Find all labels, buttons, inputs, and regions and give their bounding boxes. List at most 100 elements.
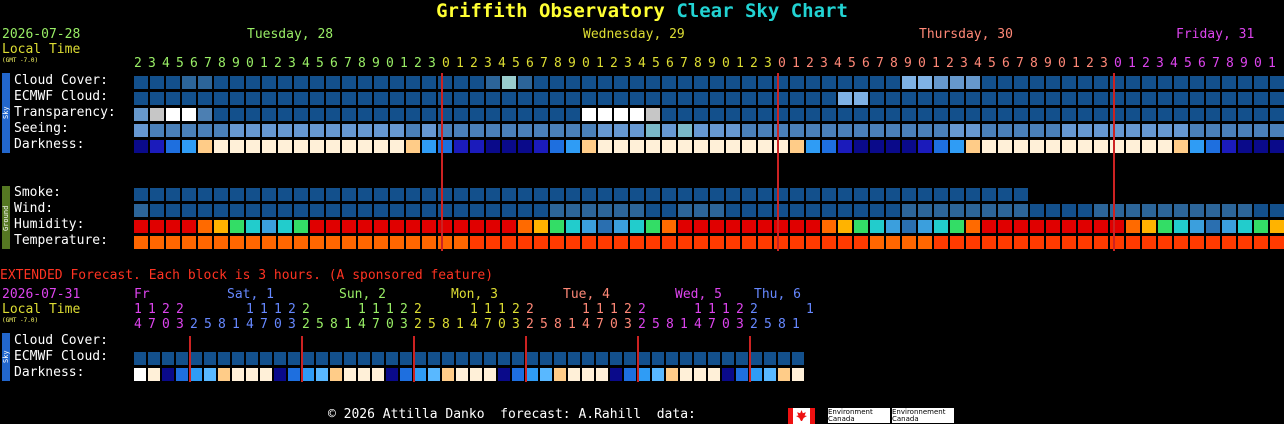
seeing-block[interactable] [134,124,148,137]
ext-ecmwf-cloud-block[interactable] [526,352,538,365]
cloud-cover-block[interactable] [598,76,612,89]
humidity-block[interactable] [614,220,628,233]
ecmwf-cloud-block[interactable] [758,92,772,105]
seeing-block[interactable] [342,124,356,137]
ecmwf-cloud-block[interactable] [1238,92,1252,105]
wind-block[interactable] [838,204,852,217]
seeing-block[interactable] [262,124,276,137]
transparency-block[interactable] [1094,108,1108,121]
seeing-block[interactable] [630,124,644,137]
ecmwf-cloud-block[interactable] [390,92,404,105]
humidity-block[interactable] [1206,220,1220,233]
seeing-block[interactable] [166,124,180,137]
darkness-block[interactable] [918,140,932,153]
temperature-block[interactable] [518,236,532,249]
darkness-block[interactable] [390,140,404,153]
seeing-block[interactable] [1238,124,1252,137]
cloud-cover-block[interactable] [134,76,148,89]
temperature-block[interactable] [166,236,180,249]
ecmwf-cloud-block[interactable] [694,92,708,105]
temperature-block[interactable] [1190,236,1204,249]
ext-ecmwf-cloud-block[interactable] [400,352,412,365]
transparency-block[interactable] [838,108,852,121]
seeing-block[interactable] [758,124,772,137]
ext-darkness-block[interactable] [330,368,342,381]
seeing-block[interactable] [790,124,804,137]
seeing-block[interactable] [182,124,196,137]
humidity-block[interactable] [246,220,260,233]
ecmwf-cloud-block[interactable] [374,92,388,105]
temperature-block[interactable] [1014,236,1028,249]
darkness-block[interactable] [1046,140,1060,153]
smoke-block[interactable] [710,188,724,201]
ext-darkness-block[interactable] [736,368,748,381]
darkness-block[interactable] [662,140,676,153]
wind-block[interactable] [486,204,500,217]
wind-block[interactable] [502,204,516,217]
ext-darkness-block[interactable] [232,368,244,381]
darkness-block[interactable] [278,140,292,153]
darkness-block[interactable] [630,140,644,153]
ecmwf-cloud-block[interactable] [1158,92,1172,105]
seeing-block[interactable] [1174,124,1188,137]
cloud-cover-block[interactable] [326,76,340,89]
seeing-block[interactable] [870,124,884,137]
ext-ecmwf-cloud-block[interactable] [680,352,692,365]
ext-ecmwf-cloud-block[interactable] [428,352,440,365]
humidity-block[interactable] [326,220,340,233]
cloud-cover-block[interactable] [150,76,164,89]
ecmwf-cloud-block[interactable] [342,92,356,105]
smoke-block[interactable] [534,188,548,201]
seeing-block[interactable] [582,124,596,137]
seeing-block[interactable] [198,124,212,137]
seeing-block[interactable] [502,124,516,137]
ecmwf-cloud-block[interactable] [502,92,516,105]
temperature-block[interactable] [710,236,724,249]
darkness-block[interactable] [134,140,148,153]
smoke-block[interactable] [502,188,516,201]
ext-ecmwf-cloud-block[interactable] [414,352,426,365]
cloud-cover-block[interactable] [934,76,948,89]
ecmwf-cloud-block[interactable] [870,92,884,105]
ext-ecmwf-cloud-block[interactable] [764,352,776,365]
seeing-block[interactable] [326,124,340,137]
humidity-block[interactable] [470,220,484,233]
wind-block[interactable] [1014,204,1028,217]
wind-block[interactable] [326,204,340,217]
humidity-block[interactable] [1094,220,1108,233]
ext-ecmwf-cloud-block[interactable] [372,352,384,365]
cloud-cover-block[interactable] [1142,76,1156,89]
cloud-cover-block[interactable] [1126,76,1140,89]
humidity-block[interactable] [806,220,820,233]
wind-block[interactable] [630,204,644,217]
wind-block[interactable] [742,204,756,217]
cloud-cover-block[interactable] [1174,76,1188,89]
transparency-block[interactable] [1174,108,1188,121]
smoke-block[interactable] [598,188,612,201]
transparency-block[interactable] [998,108,1012,121]
wind-block[interactable] [1046,204,1060,217]
smoke-block[interactable] [214,188,228,201]
smoke-block[interactable] [630,188,644,201]
temperature-block[interactable] [486,236,500,249]
cloud-cover-block[interactable] [294,76,308,89]
wind-block[interactable] [886,204,900,217]
cloud-cover-block[interactable] [1062,76,1076,89]
darkness-block[interactable] [246,140,260,153]
transparency-block[interactable] [486,108,500,121]
temperature-block[interactable] [950,236,964,249]
temperature-block[interactable] [742,236,756,249]
ecmwf-cloud-block[interactable] [678,92,692,105]
cloud-cover-block[interactable] [518,76,532,89]
temperature-block[interactable] [1046,236,1060,249]
temperature-block[interactable] [470,236,484,249]
wind-block[interactable] [310,204,324,217]
ecmwf-cloud-block[interactable] [918,92,932,105]
ext-ecmwf-cloud-block[interactable] [554,352,566,365]
ext-darkness-block[interactable] [218,368,230,381]
darkness-block[interactable] [1174,140,1188,153]
transparency-block[interactable] [1126,108,1140,121]
humidity-block[interactable] [982,220,996,233]
temperature-block[interactable] [150,236,164,249]
wind-block[interactable] [1238,204,1252,217]
